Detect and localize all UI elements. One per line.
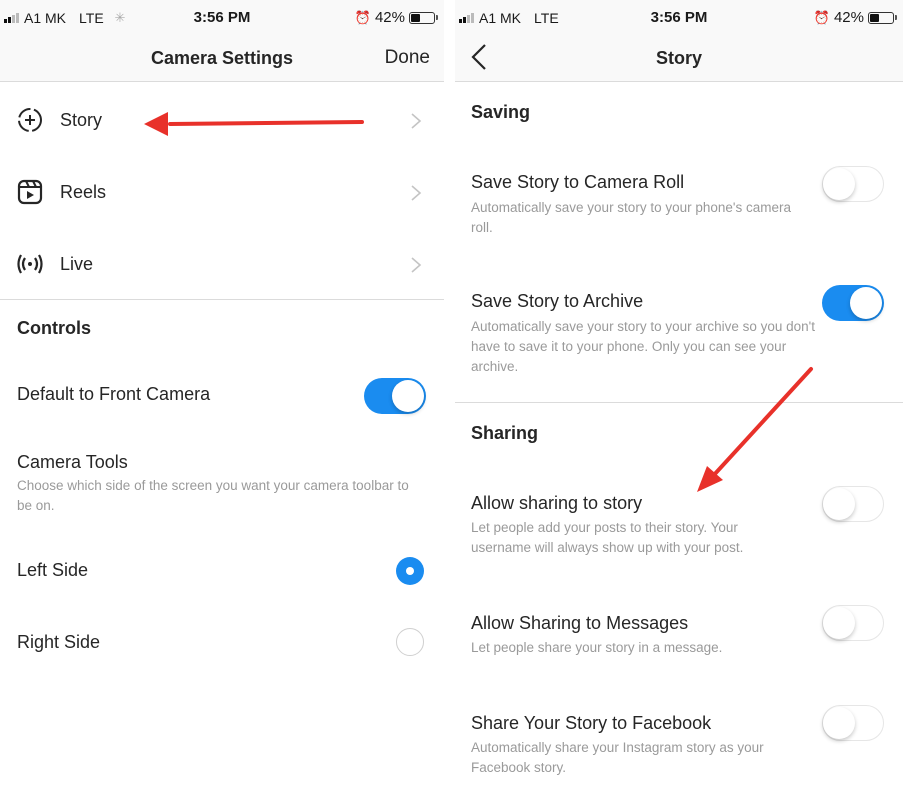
setting-label: Allow Sharing to Messages bbox=[471, 613, 689, 633]
chevron-right-icon bbox=[411, 113, 422, 129]
story-add-icon bbox=[18, 108, 42, 132]
section-divider bbox=[0, 299, 444, 300]
toggle-knob bbox=[823, 487, 855, 520]
setting-description: Automatically save your story to your ar… bbox=[471, 319, 815, 374]
setting-description: Automatically share your Instagram story… bbox=[471, 740, 764, 775]
status-bar: A1 MK LTE 3:56 PM ⏰ 42% bbox=[455, 0, 903, 34]
chevron-right-icon bbox=[411, 185, 422, 201]
setting-description: Let people add your posts to their story… bbox=[471, 520, 744, 555]
setting-description: Automatically save your story to your ph… bbox=[471, 200, 791, 235]
menu-item-story[interactable]: Story bbox=[0, 84, 444, 156]
alarm-icon: ⏰ bbox=[354, 9, 371, 25]
chevron-right-icon bbox=[411, 257, 422, 273]
toggle-knob bbox=[823, 706, 855, 739]
setting-default-front-camera: Default to Front Camera bbox=[0, 370, 444, 422]
page-title: Camera Settings bbox=[150, 48, 294, 68]
battery-icon bbox=[868, 11, 894, 24]
setting-description: Choose which side of the screen you want… bbox=[17, 478, 409, 513]
setting-allow-sharing-to-story: Allow sharing to story Let people add yo… bbox=[455, 486, 903, 570]
radio-label: Right Side bbox=[17, 632, 101, 652]
setting-label: Share Your Story to Facebook bbox=[471, 713, 712, 733]
battery-icon bbox=[409, 11, 435, 24]
left-side-radio[interactable] bbox=[396, 557, 424, 585]
status-bar-right: ⏰ 42% bbox=[814, 9, 897, 26]
menu-item-live[interactable]: Live bbox=[0, 228, 444, 300]
nav-bar: Story bbox=[455, 34, 903, 82]
setting-save-to-archive: Save Story to Archive Automatically save… bbox=[455, 285, 903, 388]
section-header-saving: Saving bbox=[471, 102, 531, 122]
toggle-knob bbox=[823, 606, 855, 639]
battery-tip bbox=[895, 15, 897, 20]
setting-label: Save Story to Camera Roll bbox=[471, 172, 685, 192]
menu-item-label: Story bbox=[60, 110, 103, 130]
alarm-icon: ⏰ bbox=[813, 9, 830, 25]
save-to-archive-toggle[interactable] bbox=[822, 285, 884, 321]
page-title: Story bbox=[655, 48, 702, 68]
done-button[interactable]: Done bbox=[385, 47, 430, 69]
story-settings-screen: A1 MK LTE 3:56 PM ⏰ 42% Story Saving Sav… bbox=[455, 0, 903, 812]
section-header-sharing: Sharing bbox=[471, 423, 539, 443]
default-front-camera-toggle[interactable] bbox=[364, 378, 426, 414]
menu-item-label: Live bbox=[60, 254, 94, 274]
toggle-knob bbox=[823, 167, 855, 200]
live-broadcast-icon bbox=[17, 254, 43, 274]
allow-sharing-to-messages-toggle[interactable] bbox=[822, 605, 884, 641]
status-bar: A1 MK LTE ✳ 3:56 PM ⏰ 42% bbox=[0, 0, 444, 34]
setting-label: Default to Front Camera bbox=[17, 384, 211, 404]
setting-description: Let people share your story in a message… bbox=[471, 640, 723, 655]
camera-settings-screen: A1 MK LTE ✳ 3:56 PM ⏰ 42% Camera Setting… bbox=[0, 0, 444, 812]
setting-allow-sharing-to-messages: Allow Sharing to Messages Let people sha… bbox=[455, 605, 903, 670]
setting-save-to-camera-roll: Save Story to Camera Roll Automatically … bbox=[455, 166, 903, 248]
share-story-to-facebook-toggle[interactable] bbox=[822, 705, 884, 741]
menu-item-reels[interactable]: Reels bbox=[0, 156, 444, 228]
status-bar-right: ⏰ 42% bbox=[355, 9, 438, 26]
battery-percent: 42% bbox=[833, 9, 864, 26]
setting-label: Save Story to Archive bbox=[471, 291, 644, 311]
radio-option-left-side[interactable]: Left Side bbox=[0, 550, 444, 594]
reels-icon bbox=[17, 179, 43, 205]
section-header-controls: Controls bbox=[17, 318, 91, 338]
setting-share-story-to-facebook: Share Your Story to Facebook Automatical… bbox=[455, 705, 903, 790]
toggle-knob bbox=[392, 380, 424, 412]
section-divider bbox=[455, 402, 903, 403]
menu-item-label: Reels bbox=[60, 182, 107, 202]
save-to-camera-roll-toggle[interactable] bbox=[822, 166, 884, 202]
allow-sharing-to-story-toggle[interactable] bbox=[822, 486, 884, 522]
battery-tip bbox=[436, 15, 438, 20]
setting-camera-tools: Camera Tools Choose which side of the sc… bbox=[0, 448, 444, 518]
toggle-knob bbox=[850, 287, 882, 319]
right-side-radio[interactable] bbox=[396, 628, 424, 656]
setting-label: Allow sharing to story bbox=[471, 493, 643, 513]
nav-bar: Camera Settings Done bbox=[0, 34, 444, 82]
battery-percent: 42% bbox=[374, 9, 405, 26]
radio-label: Left Side bbox=[17, 560, 89, 580]
setting-label: Camera Tools bbox=[17, 452, 128, 472]
radio-option-right-side[interactable]: Right Side bbox=[0, 622, 444, 666]
